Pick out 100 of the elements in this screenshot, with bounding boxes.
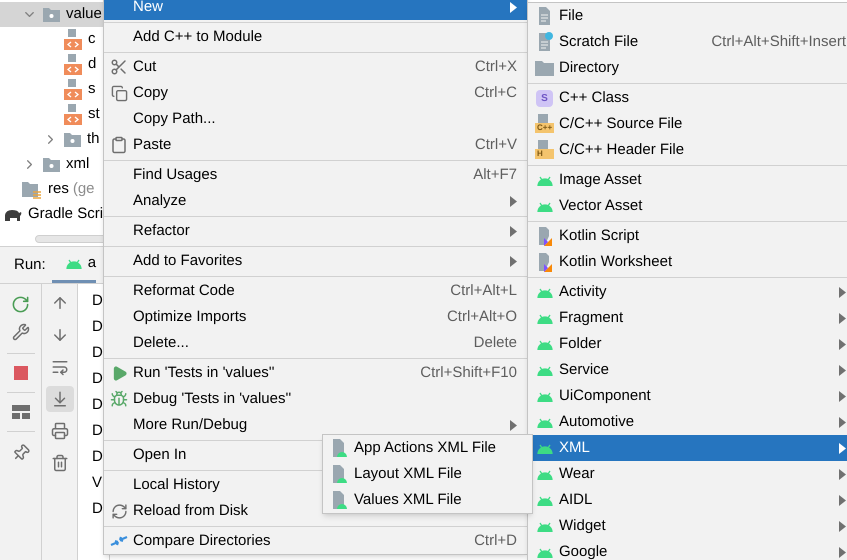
android-file-icon [330,490,347,510]
android-icon [536,546,552,558]
menu-item[interactable]: Debug 'Tests in 'values'' [104,386,527,412]
rerun-icon[interactable] [11,295,30,314]
shortcut-text: Ctrl+V [474,134,517,155]
android-file-icon [330,438,347,458]
submenu-arrow-icon [839,442,846,454]
folder-icon [64,132,81,147]
elephant-icon [4,208,22,222]
run-label: Run: [14,254,46,275]
submenu-arrow-icon [839,416,846,428]
tree-label: c [88,29,96,50]
scroll-to-end-icon[interactable] [46,386,74,412]
console-line: V [92,473,104,493]
android-icon [66,258,82,269]
xml-file-icon [64,104,82,125]
submenu-arrow-icon [839,520,846,532]
menu-item[interactable]: Kotlin Script [528,223,847,249]
layout-icon[interactable] [12,405,30,419]
submenu-arrow-icon [839,494,846,506]
menu-item[interactable]: Google [528,539,847,560]
android-icon [536,338,552,350]
android-icon [536,442,552,454]
submenu-arrow-icon [839,468,846,480]
menu-item[interactable]: Automotive [528,409,847,435]
tree-label: th [87,129,100,150]
menu-item[interactable]: C++ C/C++ Source File [528,111,847,137]
shortcut-text: Alt+F7 [473,164,517,185]
kotlin-file-icon [536,226,553,246]
menu-item[interactable]: Reformat Code Ctrl+Alt+L [104,278,527,304]
submenu-arrow-icon [510,196,517,206]
submenu-arrow-icon [839,338,846,350]
android-icon [536,520,552,532]
android-icon [536,200,552,212]
bug-icon [110,390,128,408]
xml-file-icon [64,79,82,100]
menu-item[interactable]: Refactor [104,218,527,244]
menu-item[interactable]: Activity [528,279,847,305]
menu-item[interactable]: Folder [528,331,847,357]
folder-icon [43,7,60,22]
console-line: D [92,499,104,519]
kotlin-file-icon [536,252,553,272]
console-line: D [92,395,104,415]
console-line: D [92,343,104,363]
android-icon [536,364,552,376]
clipboard-icon [110,136,128,154]
menu-item[interactable]: Add C++ to Module [104,24,527,50]
submenu-arrow-icon [510,256,517,266]
menu-item[interactable]: Directory [528,55,847,81]
submenu-arrow-icon [510,420,517,430]
wrench-icon[interactable] [12,323,30,341]
cpp-class-icon: S [536,90,553,106]
submenu-arrow-icon [839,286,846,298]
menu-item[interactable]: Scratch File Ctrl+Alt+Shift+Insert [528,29,847,55]
menu-item[interactable]: Service [528,357,847,383]
menu-item[interactable]: App Actions XML File [323,435,532,461]
menu-item[interactable]: Vector Asset [528,193,847,219]
menu-item[interactable]: Widget [528,513,847,539]
reload-icon [110,502,128,520]
console-line: D [92,291,104,311]
tree-note: (ge [72,179,95,200]
menu-item[interactable]: UiComponent [528,383,847,409]
file-icon [536,6,553,26]
shortcut-text: Ctrl+Alt+O [446,306,517,327]
menu-item[interactable]: Run 'Tests in 'values'' Ctrl+Shift+F10 [104,360,527,386]
tree-label: xml [66,154,90,174]
submenu-arrow-icon [839,364,846,376]
android-icon [536,468,552,480]
menu-item[interactable]: Add to Favorites [104,248,527,274]
menu-item[interactable]: H C/C++ Header File [528,137,847,163]
submenu-arrow-icon [839,312,846,324]
submenu-arrow-icon [510,2,517,12]
shortcut-text: Delete [474,332,517,353]
menu-item[interactable]: S C++ Class [528,85,847,111]
shortcut-text: Ctrl+Alt+L [450,280,517,301]
tree-label: res [48,179,69,200]
android-icon [536,286,552,298]
menu-item[interactable]: Image Asset [528,167,847,193]
submenu-arrow-icon [839,546,846,558]
menu-item[interactable]: Optimize Imports Ctrl+Alt+O [104,304,527,330]
menu-item[interactable]: Delete... Delete [104,330,527,356]
tree-label: Gradle Scri [28,204,104,224]
shortcut-text: Ctrl+Shift+F10 [420,362,517,383]
android-icon [536,494,552,506]
menu-item[interactable]: File [528,3,847,29]
menu-item[interactable]: Kotlin Worksheet [528,249,847,275]
console-line: D [92,369,104,389]
console-line: D [92,421,104,441]
shortcut-text: Ctrl+X [474,56,517,77]
menu-item[interactable]: Fragment [528,305,847,331]
stop-icon[interactable] [14,366,28,380]
shortcut-text: Ctrl+C [474,82,517,103]
submenu-arrow-icon [839,390,846,402]
xml-file-icon [64,54,82,75]
shortcut-text: Ctrl+D [474,530,517,551]
menu-item[interactable]: New [104,0,527,20]
menu-item[interactable]: More Run/Debug [104,412,527,438]
resource-folder-icon [22,180,42,200]
menu-item[interactable]: Compare Directories Ctrl+D [104,528,527,554]
tree-label: value [66,4,102,24]
